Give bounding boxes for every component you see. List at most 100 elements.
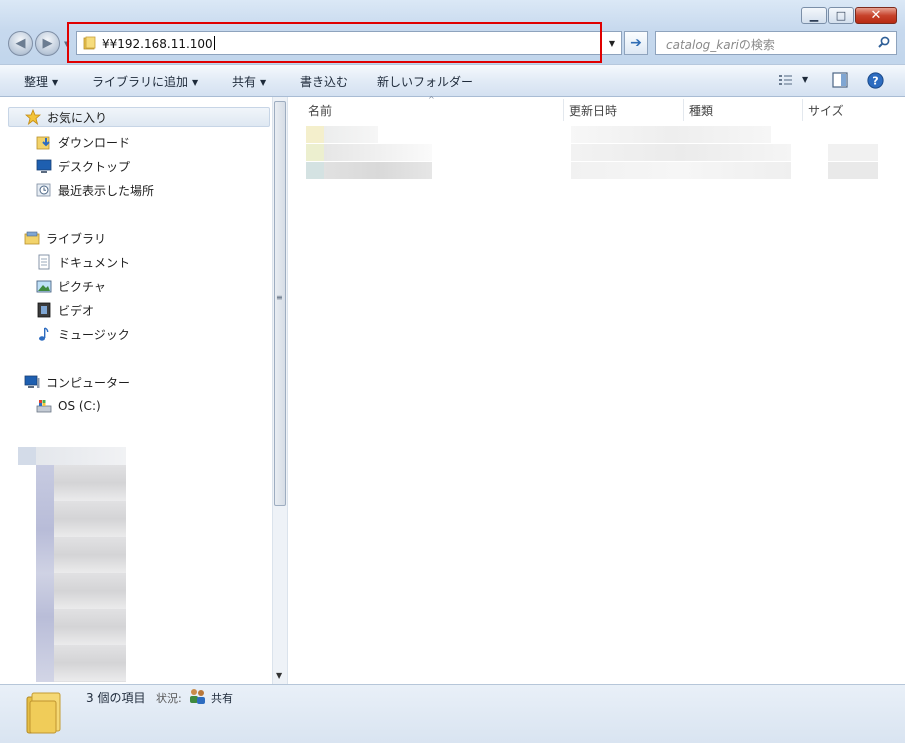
caption-buttons: ▁ □ ✕ [800,7,897,24]
chevron-down-icon: ▼ [52,78,59,87]
add-to-library-button[interactable]: ライブラリに追加 ▼ [92,73,198,90]
address-path-text: ¥¥192.168.11.100 [102,37,213,51]
nav-pictures[interactable]: ピクチャ [36,276,106,296]
file-row-3[interactable] [306,162,878,179]
shared-users-icon [190,689,205,704]
nav-downloads[interactable]: ダウンロード [36,132,130,152]
add-to-library-label: ライブラリに追加 [92,75,189,89]
burn-button[interactable]: 書き込む [300,73,348,90]
search-placeholder: catalog_kariの検索 [666,36,775,53]
nav-computer[interactable]: コンピューター [24,372,130,392]
maximize-button[interactable]: □ [828,7,854,24]
star-icon [25,109,41,125]
details-pane: 3 個の項目 状況: 共有 [0,684,905,743]
command-bar: 整理 ▼ ライブラリに追加 ▼ 共有 ▼ 書き込む 新しいフォルダー ▼ ? [0,64,905,97]
organize-label: 整理 [24,75,49,89]
organize-button[interactable]: 整理 ▼ [24,73,58,90]
close-icon: ✕ [870,8,882,23]
nav-pictures-label: ピクチャ [58,279,106,294]
nav-recent-label: 最近表示した場所 [58,183,155,198]
share-label: 共有 [232,75,257,89]
nav-pane-scrollbar[interactable]: ≡ ▼ [272,97,288,684]
status-value: 共有 [211,692,233,705]
status-label: 状況: [156,692,182,705]
nav-documents[interactable]: ドキュメント [36,252,130,272]
nav-favorites[interactable]: お気に入り [8,107,270,127]
view-options-icon[interactable] [778,72,794,88]
library-icon [24,231,40,245]
picture-icon [36,280,52,293]
forward-arrow-icon: ▶ [42,36,53,51]
forward-button[interactable]: ▶ [35,31,60,56]
nav-downloads-label: ダウンロード [58,135,131,150]
nav-computer-label: コンピューター [46,375,131,390]
nav-music-label: ミュージック [58,327,130,342]
new-folder-label: 新しいフォルダー [377,75,474,89]
folder-icon [83,36,96,50]
nav-drive-c[interactable]: OS (C:) [36,396,101,416]
address-bar[interactable]: ¥¥192.168.11.100 ▼ [76,31,622,55]
nav-libraries-label: ライブラリ [46,231,107,246]
file-row-2[interactable] [306,144,878,161]
column-separator[interactable] [683,99,684,121]
blurred-network-items [18,447,128,682]
new-folder-button[interactable]: 新しいフォルダー [377,73,473,90]
column-header-type[interactable]: 種類 [689,102,713,119]
chevron-down-icon: ▼ [260,78,267,87]
recent-pages-dropdown[interactable]: ▼ [64,40,69,48]
go-arrow-icon: ➔ [630,35,642,51]
folder-icon [26,692,61,734]
nav-videos[interactable]: ビデオ [36,300,94,320]
nav-libraries[interactable]: ライブラリ [24,228,106,248]
history-buttons: ◀ ▶ [8,31,62,57]
document-icon [38,254,50,270]
computer-icon [24,375,40,388]
downloads-folder-icon [36,136,50,150]
nav-music[interactable]: ミュージック [36,324,130,344]
text-caret [213,36,215,50]
address-dropdown-button[interactable]: ▼ [604,33,620,53]
burn-label: 書き込む [300,75,349,89]
help-icon[interactable]: ? [867,72,884,89]
share-button[interactable]: 共有 ▼ [232,73,266,90]
nav-favorites-label: お気に入り [47,110,108,125]
search-box[interactable]: catalog_kariの検索 [655,31,897,55]
video-icon [37,302,51,318]
column-header-name[interactable]: 名前 [308,102,332,119]
nav-videos-label: ビデオ [58,303,95,318]
view-options-dropdown[interactable]: ▼ [802,75,808,84]
navigation-pane: お気に入り ダウンロード デスクトップ 最近表示した場所 ライブラリ ドキュメン… [0,97,272,684]
maximize-icon: □ [835,9,847,22]
nav-drive-c-label: OS (C:) [58,399,101,413]
nav-recent-places[interactable]: 最近表示した場所 [36,180,154,200]
desktop-icon [36,159,52,173]
drive-icon [36,400,52,413]
minimize-button[interactable]: ▁ [801,7,827,24]
go-button[interactable]: ➔ [624,31,648,55]
search-placeholder-suffix: の検索 [738,38,775,52]
search-icon[interactable] [877,35,891,49]
column-separator[interactable] [802,99,803,121]
scrollbar-thumb[interactable] [274,101,286,506]
minimize-icon: ▁ [809,9,819,22]
sort-ascending-icon: ^ [428,95,435,104]
svg-text:?: ? [872,75,878,88]
search-placeholder-folder: catalog_kari [666,38,739,52]
nav-desktop-label: デスクトップ [58,159,131,174]
chevron-down-icon: ▼ [192,78,199,87]
preview-pane-icon[interactable] [832,72,848,88]
scroll-down-arrow-icon[interactable]: ▼ [276,671,282,680]
file-list: ^ 名前 更新日時 種類 サイズ [288,95,905,684]
back-button[interactable]: ◀ [8,31,33,56]
column-header-size[interactable]: サイズ [808,102,844,119]
address-path[interactable]: ¥¥192.168.11.100 [102,36,215,51]
music-icon [39,327,49,341]
column-header-date-modified[interactable]: 更新日時 [569,102,617,119]
file-row-1[interactable] [306,126,878,143]
nav-documents-label: ドキュメント [58,255,131,270]
item-count: 3 個の項目 [86,691,146,705]
close-button[interactable]: ✕ [855,7,897,24]
explorer-window: ▁ □ ✕ ◀ ▶ ▼ ¥¥192.168.11.100 ▼ ➔ catalog… [0,0,905,743]
nav-desktop[interactable]: デスクトップ [36,156,130,176]
column-separator[interactable] [563,99,564,121]
